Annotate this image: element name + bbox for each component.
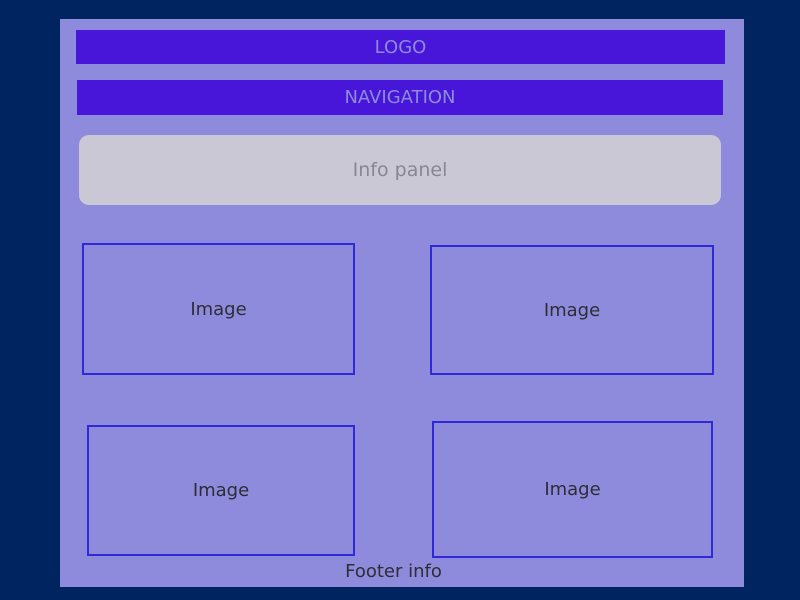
footer: Footer info [300, 559, 487, 583]
wireframe-canvas: LOGO NAVIGATION Info panel Image Image I… [60, 19, 744, 587]
navigation-bar[interactable]: NAVIGATION [77, 80, 723, 115]
info-panel: Info panel [79, 135, 721, 205]
image-placeholder-label: Image [192, 480, 250, 501]
navigation-label: NAVIGATION [344, 87, 456, 108]
image-placeholder-label: Image [190, 298, 247, 320]
image-placeholder-label: Image [543, 299, 601, 321]
logo-label: LOGO [374, 36, 427, 58]
footer-label: Footer info [345, 560, 442, 582]
image-placeholder-2: Image [430, 245, 714, 375]
image-placeholder-3: Image [87, 425, 355, 556]
image-placeholder-label: Image [544, 479, 601, 500]
image-placeholder-4: Image [432, 421, 713, 558]
image-placeholder-1: Image [82, 243, 355, 375]
info-panel-label: Info panel [352, 159, 448, 181]
logo-bar[interactable]: LOGO [76, 30, 725, 64]
